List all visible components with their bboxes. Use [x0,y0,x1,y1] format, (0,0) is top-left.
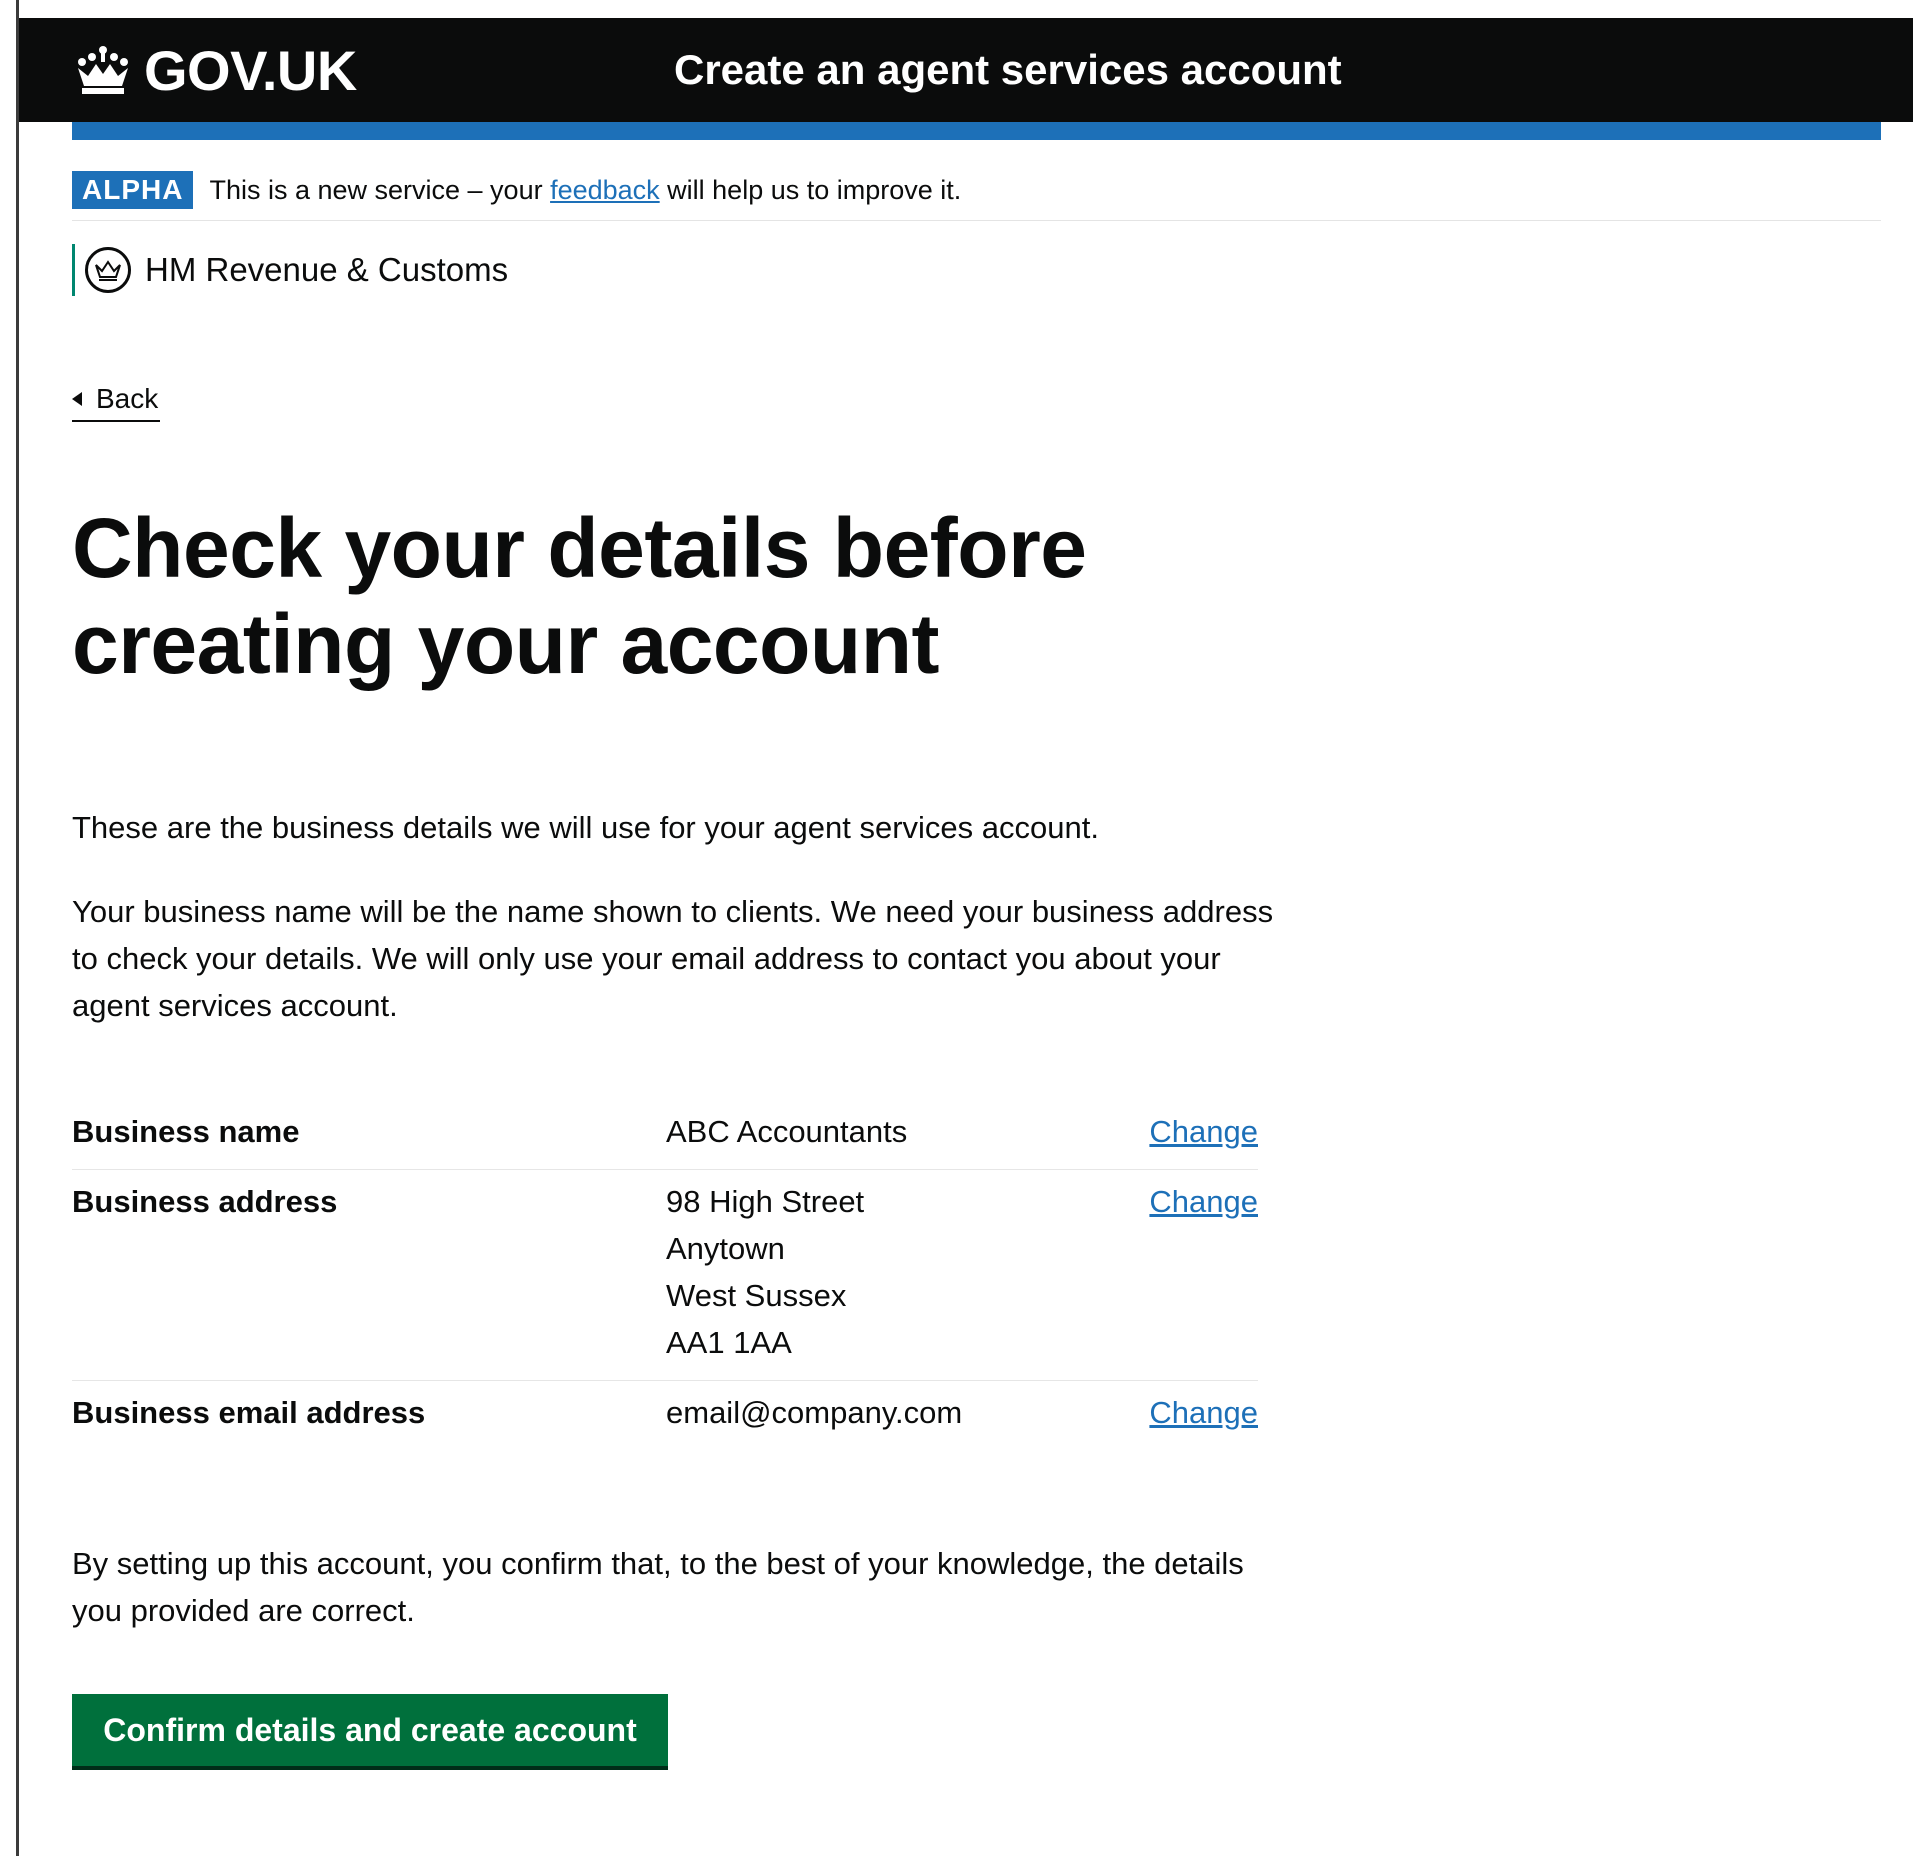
organisation-name: HM Revenue & Customs [145,251,509,288]
summary-list: Business name ABC Accountants Change Bus… [72,1100,1258,1450]
page-title: Check your details before creating your … [72,501,1087,691]
left-border [16,0,19,1856]
confirm-create-account-button[interactable]: Confirm details and create account [72,1694,668,1766]
summary-key: Business email address [72,1395,426,1430]
summary-row-business-name: Business name ABC Accountants Change [72,1100,1258,1170]
intro-paragraph-1: These are the business details we will u… [72,810,1099,845]
back-link[interactable]: Back [72,378,161,422]
summary-value-line: Anytown [666,1231,785,1266]
phase-text-before: This is a new service – your [209,174,551,205]
govuk-logo-text: GOV.UK [144,38,357,102]
summary-value-line: AA1 1AA [666,1325,792,1360]
change-business-name-link[interactable]: Change [1149,1108,1258,1155]
change-business-address-link[interactable]: Change [1149,1178,1258,1225]
summary-key: Business address [72,1184,338,1219]
crest-crown-icon [95,260,121,281]
summary-value-line: West Sussex [666,1278,847,1313]
feedback-link[interactable]: feedback [550,175,660,205]
summary-row-business-email: Business email address email@company.com… [72,1381,1258,1450]
govuk-logo-link[interactable]: GOV.UK [72,38,357,102]
phase-banner-text: This is a new service – your feedback wi… [209,175,961,206]
phase-tag: ALPHA [72,171,194,209]
phase-text-after: will help us to improve it. [659,174,962,205]
phase-banner: ALPHA This is a new service – your feedb… [72,160,1881,221]
header-blue-bar [72,122,1881,140]
organisation-logo: HM Revenue & Customs [72,244,508,296]
service-name[interactable]: Create an agent services account [674,40,1342,100]
intro-paragraph-2: Your business name will be the name show… [72,894,1274,1023]
page: GOV.UK Create an agent services account … [0,0,1913,1856]
change-business-email-link[interactable]: Change [1149,1389,1258,1436]
summary-key: Business name [72,1114,300,1149]
back-arrow-icon [72,392,82,406]
summary-row-business-address: Business address 98 High Street Anytown … [72,1170,1258,1381]
back-link-label: Back [96,383,159,414]
crown-icon [78,46,128,94]
hmrc-crest-icon [85,247,131,293]
declaration-text: By setting up this account, you confirm … [72,1546,1244,1628]
